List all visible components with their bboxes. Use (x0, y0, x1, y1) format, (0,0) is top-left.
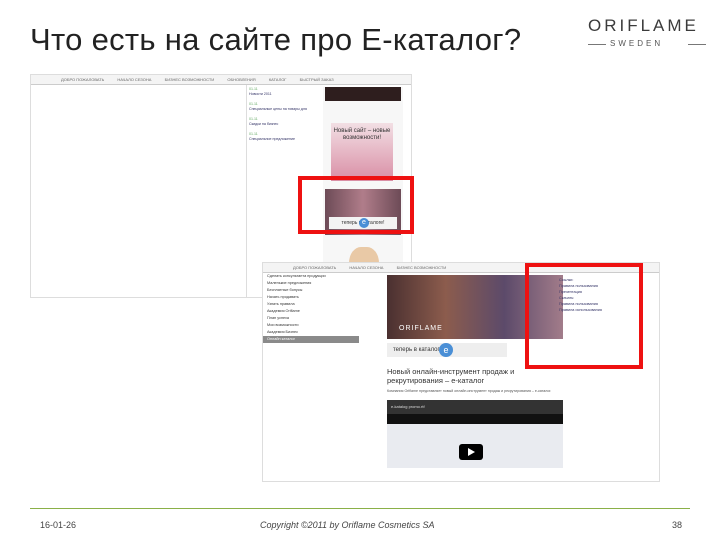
menu-item[interactable]: Сделать консультанта продукции (267, 273, 359, 280)
footer-copyright: Copyright ©2011 by Oriflame Cosmetics SA (260, 520, 435, 530)
news-item[interactable]: 01.11 Новости 2011 (249, 87, 309, 97)
e-logo-icon: e (439, 343, 453, 357)
nav-item[interactable]: НАЧАЛО СЕЗОНА (349, 265, 383, 270)
nav-item[interactable]: НАЧАЛО СЕЗОНА (117, 77, 151, 82)
slide-title: Что есть на сайте про E-каталог? (30, 22, 522, 57)
menu-item[interactable]: Бесплатные бонусы (267, 287, 359, 294)
news-item[interactable]: 01.11 Специальное предложение (249, 132, 309, 142)
menu-item[interactable]: Академия Бизнес (267, 329, 359, 336)
nav-item[interactable]: ДОБРО ПОЖАЛОВАТЬ (293, 265, 336, 270)
ecatalog-bar-text: теперь в каталоге! (393, 347, 445, 353)
menu-item[interactable]: Академия Оriflame (267, 308, 359, 315)
menu-item[interactable]: Начать продавать (267, 294, 359, 301)
ecatalog-bar: теперь в каталоге! e (387, 343, 507, 357)
logo-line-left (588, 44, 606, 45)
menu-item[interactable]: Узнать правила (267, 301, 359, 308)
highlight-box-ecatalog-banner (298, 176, 414, 234)
menu-item[interactable]: Маленькие предложения (267, 280, 359, 287)
logo-brand: ORIFLAME (588, 16, 699, 35)
article-headline: Новый онлайн-инструмент продаж и рекрути… (387, 367, 515, 385)
left-content-area (31, 85, 247, 297)
logo-line-right (688, 44, 706, 45)
play-icon[interactable] (459, 444, 483, 460)
news-item[interactable]: 01.11 Скидки на бизнес (249, 117, 309, 127)
footer-divider (30, 508, 690, 509)
oriflame-logo: ORIFLAME SWEDEN (588, 16, 706, 50)
new-site-banner[interactable]: Новый сайт – новые возможности! (331, 123, 393, 181)
footer-date: 16-01-26 (40, 520, 77, 530)
nav-item[interactable]: КАТАЛОГ (269, 77, 287, 82)
dark-banner[interactable] (325, 87, 401, 101)
nav-item[interactable]: БЫСТРЫЙ ЗАКАЗ (300, 77, 334, 82)
nav-item[interactable]: БИЗНЕС ВОЗМОЖНОСТИ (165, 77, 215, 82)
menu-item[interactable]: План успеха (267, 315, 359, 322)
logo-sub: SWEDEN (610, 39, 664, 48)
nav-item[interactable]: ОБНОВЛЕНИЯ (227, 77, 255, 82)
article-body: Компания Oriflame представляет новый онл… (387, 389, 552, 393)
video-player[interactable]: e-katalog promo.rtf (387, 400, 563, 468)
video-title: e-katalog promo.rtf (387, 400, 563, 414)
news-item[interactable]: 01.11 Специальные цены на товары для (249, 102, 309, 112)
side-menu: Сделать консультанта продукции Маленькие… (263, 273, 359, 481)
nav-item[interactable]: БИЗНЕС ВОЗМОЖНОСТИ (397, 265, 447, 270)
hero-brand: ORIFLAME (399, 325, 443, 332)
highlight-box-links (525, 263, 643, 369)
site-nav: ДОБРО ПОЖАЛОВАТЬ НАЧАЛО СЕЗОНА БИЗНЕС ВО… (31, 75, 411, 85)
nav-item[interactable]: ДОБРО ПОЖАЛОВАТЬ (61, 77, 104, 82)
news-list: 01.11 Новости 2011 01.11 Специальные цены … (249, 87, 309, 147)
page-number: 38 (671, 520, 682, 530)
menu-item[interactable]: Мои возможности (267, 322, 359, 329)
new-site-banner-text: Новый сайт – новые возможности! (333, 128, 391, 141)
menu-item-selected[interactable]: Онлайн каталог (263, 336, 359, 343)
